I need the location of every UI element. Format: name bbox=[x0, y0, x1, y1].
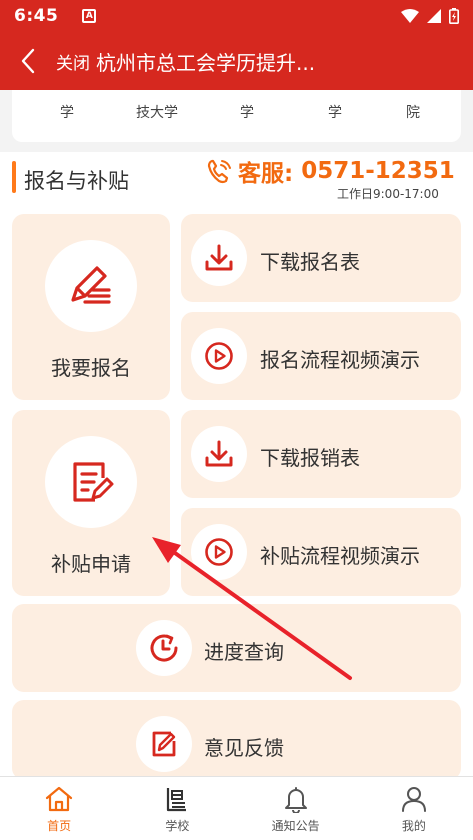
home-icon bbox=[46, 786, 73, 812]
service-hours: 工作日9:00-17:00 bbox=[337, 187, 439, 201]
download-reimburse-label: 下载报销表 bbox=[260, 446, 360, 470]
subsidy-apply-label: 补贴申请 bbox=[51, 552, 131, 576]
download-icon bbox=[205, 244, 233, 271]
signup-icon-circle bbox=[45, 240, 137, 332]
progress-query-card[interactable]: 进度查询 bbox=[12, 604, 461, 692]
feedback-label: 意见反馈 bbox=[204, 736, 284, 760]
school-item[interactable]: ▔▔▔▔ 技大学 bbox=[112, 90, 202, 124]
download-reimburse-card[interactable]: 下载报销表 bbox=[181, 410, 461, 498]
close-button[interactable]: 关闭 bbox=[56, 49, 90, 74]
user-icon bbox=[401, 787, 426, 812]
section-title: 报名与补贴 bbox=[24, 169, 129, 193]
school-list: ▔▔▔▔ 学 ▔▔▔▔ 技大学 ▔▔▔▔ 学 ▔▔▔▔ 学 ▔▔▔▔ 院 bbox=[12, 90, 461, 142]
progress-icon-circle bbox=[136, 620, 192, 676]
nav-notices-label: 通知公告 bbox=[271, 819, 320, 833]
clock-icon bbox=[150, 634, 178, 662]
hotline-label: 客服: bbox=[238, 161, 294, 187]
download-icon bbox=[205, 440, 233, 467]
signup-label: 我要报名 bbox=[51, 356, 131, 380]
signal-icon bbox=[427, 9, 441, 23]
play-icon-circle bbox=[191, 524, 247, 580]
feedback-icon-circle bbox=[136, 716, 192, 772]
bottom-nav: 首页 学校 通知公告 我的 bbox=[0, 776, 473, 840]
nav-mine[interactable]: 我的 bbox=[355, 777, 473, 840]
subsidy-video-label: 补贴流程视频演示 bbox=[260, 544, 420, 568]
play-icon bbox=[205, 342, 233, 370]
nav-home[interactable]: 首页 bbox=[0, 777, 118, 840]
play-icon bbox=[205, 538, 233, 566]
play-icon-circle bbox=[191, 328, 247, 384]
nav-mine-label: 我的 bbox=[401, 819, 426, 833]
status-time: 6:45 bbox=[14, 6, 59, 26]
title-bar: 关闭 杭州市总工会学历提升... bbox=[0, 32, 473, 90]
subsidy-icon-circle bbox=[45, 436, 137, 528]
chevron-left-icon bbox=[21, 48, 35, 74]
battery-icon bbox=[449, 8, 459, 24]
service-grid: 我要报名 下载报名表 报名流程视频演示 补贴申请 下载报销表 补贴流程视频演示 … bbox=[0, 204, 473, 780]
phone-icon bbox=[207, 159, 231, 184]
wifi-icon bbox=[401, 9, 419, 23]
bell-icon bbox=[284, 787, 307, 813]
pen-write-icon bbox=[71, 266, 111, 304]
notification-a-icon: A bbox=[82, 9, 97, 23]
section-header: 报名与补贴 客服: 0571-12351 工作日9:00-17:00 bbox=[0, 152, 473, 204]
nav-school[interactable]: 学校 bbox=[118, 777, 236, 840]
feedback-card[interactable]: 意见反馈 bbox=[12, 700, 461, 780]
signup-video-card[interactable]: 报名流程视频演示 bbox=[181, 312, 461, 400]
download-form-card[interactable]: 下载报名表 bbox=[181, 214, 461, 302]
nav-school-label: 学校 bbox=[165, 819, 190, 833]
school-item[interactable]: ▔▔▔▔ 学 bbox=[290, 90, 380, 124]
status-bar: 6:45 A bbox=[0, 0, 473, 32]
signup-video-label: 报名流程视频演示 bbox=[260, 348, 420, 372]
back-button[interactable] bbox=[0, 32, 56, 90]
nav-notices[interactable]: 通知公告 bbox=[237, 777, 355, 840]
school-item[interactable]: ▔▔▔▔ 院 bbox=[368, 90, 458, 124]
page-title: 杭州市总工会学历提升... bbox=[96, 50, 316, 75]
school-icon bbox=[167, 788, 187, 812]
nav-home-label: 首页 bbox=[47, 819, 72, 833]
progress-query-label: 进度查询 bbox=[204, 640, 284, 664]
feedback-icon bbox=[152, 731, 176, 757]
edit-document-icon bbox=[73, 462, 114, 502]
signup-card[interactable]: 我要报名 bbox=[12, 214, 170, 400]
subsidy-apply-card[interactable]: 补贴申请 bbox=[12, 410, 170, 596]
school-item[interactable]: ▔▔▔▔ 学 bbox=[202, 90, 292, 124]
download-icon-circle bbox=[191, 426, 247, 482]
section-accent-bar bbox=[12, 161, 16, 193]
school-item[interactable]: ▔▔▔▔ 学 bbox=[22, 90, 112, 124]
download-form-label: 下载报名表 bbox=[260, 250, 360, 274]
hotline-number: 0571-12351 bbox=[301, 158, 455, 184]
customer-service-hotline[interactable]: 客服: 0571-12351 bbox=[206, 154, 455, 188]
download-icon-circle bbox=[191, 230, 247, 286]
subsidy-video-card[interactable]: 补贴流程视频演示 bbox=[181, 508, 461, 596]
